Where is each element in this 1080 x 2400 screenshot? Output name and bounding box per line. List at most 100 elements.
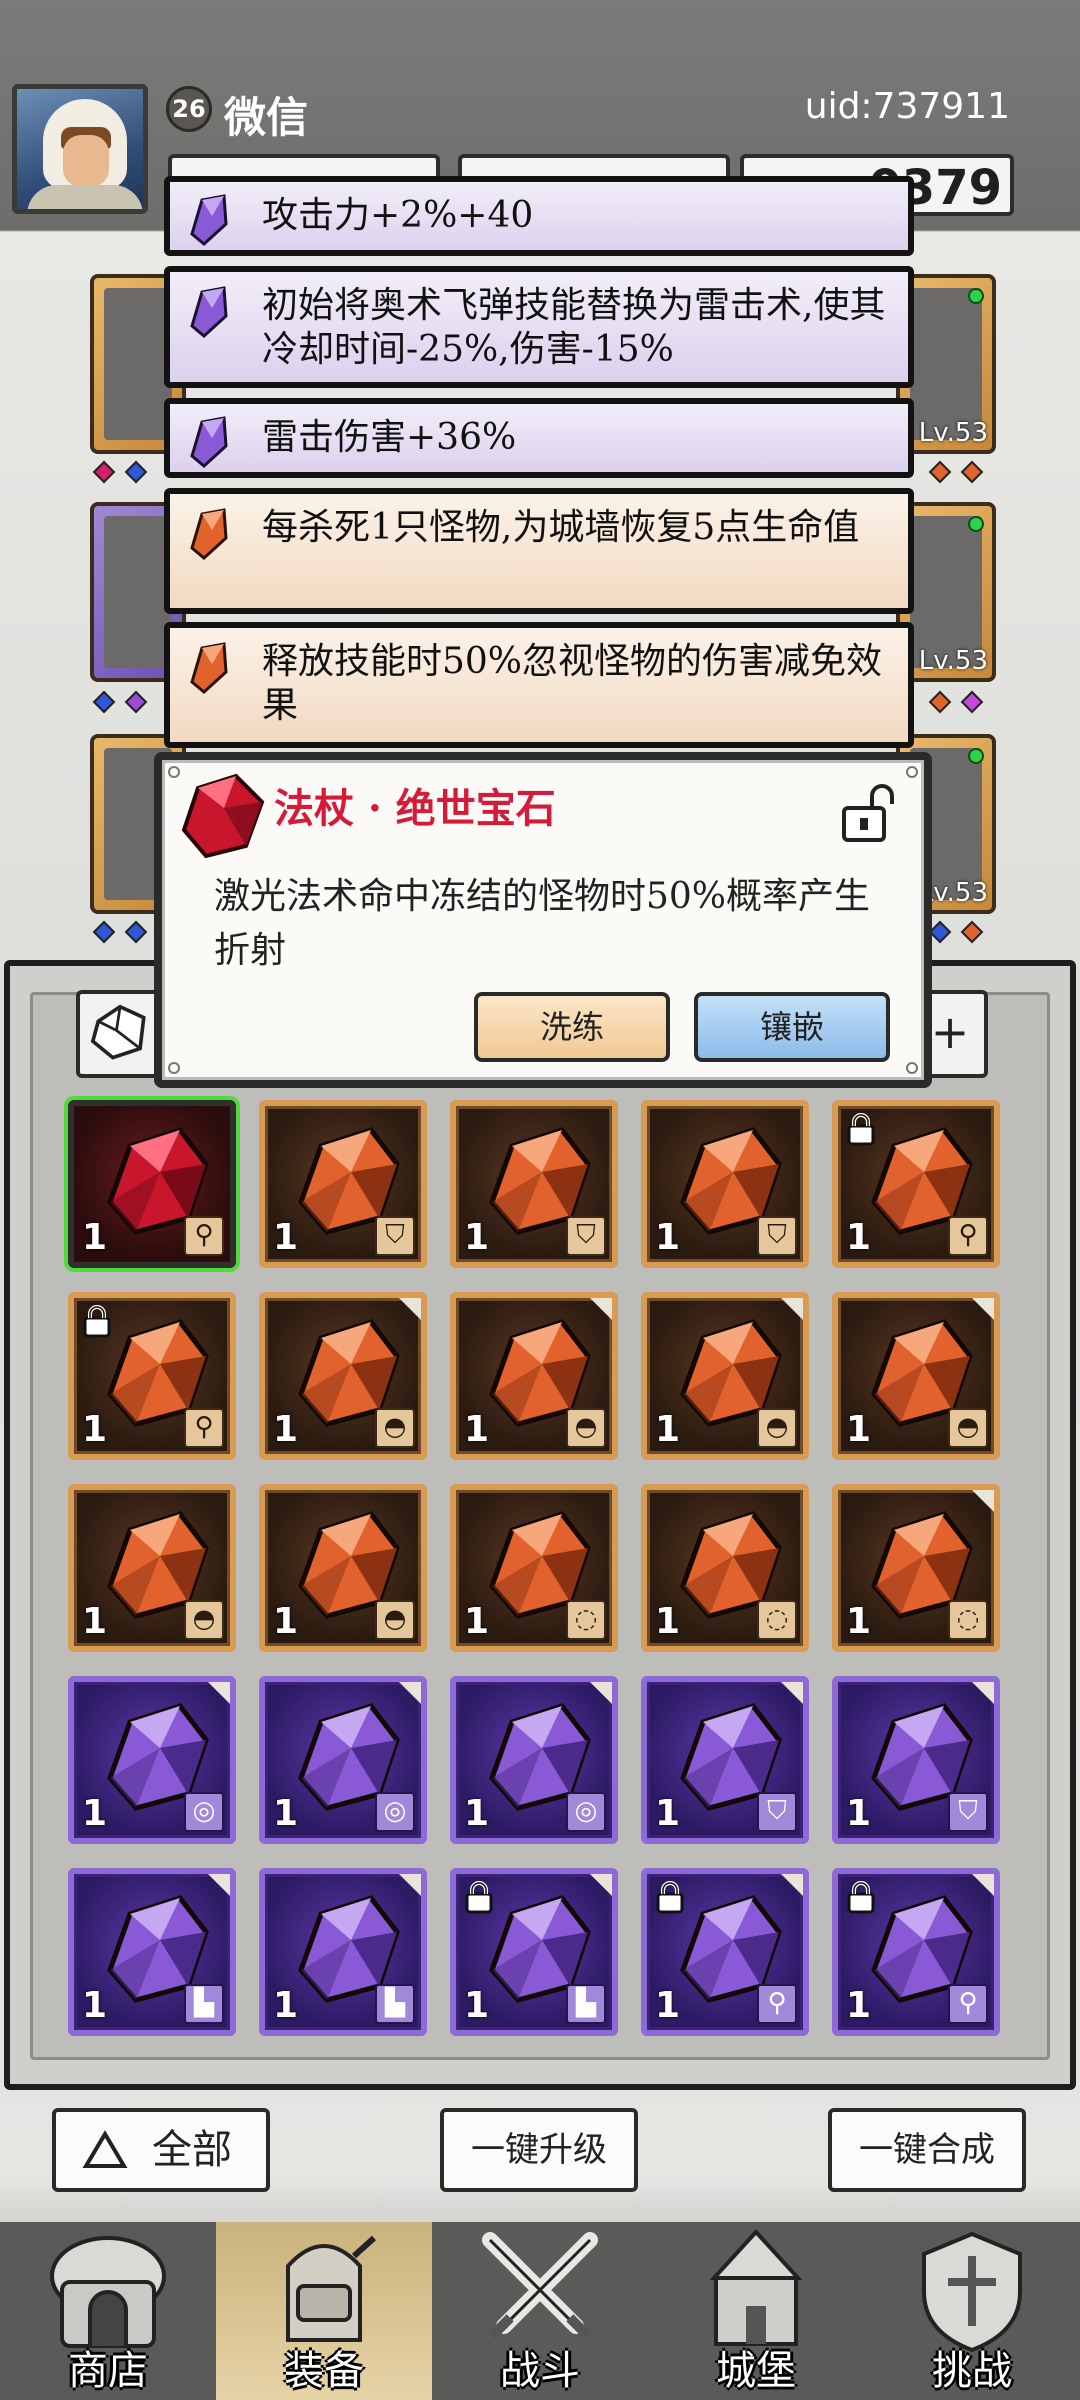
gem-slot[interactable]: 1 ▙ <box>68 1868 236 2036</box>
gem-slot[interactable]: 1 ◓ <box>450 1292 618 1460</box>
gem-quantity: 1 <box>464 1409 490 1450</box>
gem-detail-popup: 法杖 · 绝世宝石 激光法术命中冻结的怪物时50%概率产生折射 洗练 镶嵌 <box>154 752 932 1088</box>
gem-slot[interactable]: 1 ▙ <box>450 1868 618 2036</box>
gem-slot[interactable]: 1 ⛉ <box>832 1676 1000 1844</box>
equip-level: Lv.53 <box>918 418 988 448</box>
gem-quantity: 1 <box>82 1793 108 1834</box>
gem-quantity: 1 <box>82 1217 108 1258</box>
nav-battle[interactable]: 战斗 <box>432 2222 648 2400</box>
new-item-corner <box>781 1874 803 1896</box>
gem-slot[interactable]: 1 ⛉ <box>641 1100 809 1268</box>
gem-slot[interactable]: 1 ◎ <box>450 1676 618 1844</box>
player-avatar[interactable] <box>12 84 148 214</box>
nav-challenge[interactable]: 挑战 <box>864 2222 1080 2400</box>
staff-slot-icon: ⚲ <box>948 1984 988 2024</box>
new-item-corner <box>781 1682 803 1704</box>
lock-icon <box>656 1881 684 1914</box>
gem-slot[interactable]: 1 ◌ <box>641 1484 809 1652</box>
player-level-badge: 26 <box>166 86 212 132</box>
gem-slot[interactable]: 1 ⚲ <box>832 1868 1000 2036</box>
new-item-corner <box>972 1298 994 1320</box>
hat-slot-icon: ◓ <box>375 1600 415 1640</box>
gem-quantity: 1 <box>273 1217 299 1258</box>
gem-slot[interactable]: 1 ◓ <box>832 1292 1000 1460</box>
gem-slot[interactable]: 1 ◎ <box>68 1676 236 1844</box>
gem-quantity: 1 <box>464 1601 490 1642</box>
purple-gem-icon <box>190 194 228 246</box>
gem-quantity: 1 <box>655 1985 681 2026</box>
player-uid: uid:737911 <box>804 86 1010 127</box>
gem-quantity: 1 <box>82 1409 108 1450</box>
gem-quantity: 1 <box>655 1409 681 1450</box>
nav-label: 挑战 <box>932 2348 1012 2394</box>
nav-label: 战斗 <box>500 2348 580 2394</box>
reroll-button[interactable]: 洗练 <box>474 992 670 1062</box>
gem-slot[interactable]: 1 ⛉ <box>641 1676 809 1844</box>
new-item-corner <box>590 1682 612 1704</box>
gem-quantity: 1 <box>846 1409 872 1450</box>
triangle-up-icon <box>82 2130 128 2168</box>
armor-slot-icon: ⛉ <box>566 1216 606 1256</box>
gem-slot[interactable]: 1 ⚲ <box>68 1100 236 1268</box>
gem-quantity: 1 <box>655 1793 681 1834</box>
gem-attribute-card: 攻击力+2%+40 <box>164 176 914 256</box>
boots-slot-icon: ▙ <box>375 1984 415 2024</box>
gem-slot[interactable]: 1 ◌ <box>450 1484 618 1652</box>
nav-label: 商店 <box>68 2348 148 2394</box>
gem-slot[interactable]: 1 ⛉ <box>450 1100 618 1268</box>
staff-slot-icon: ⚲ <box>184 1408 224 1448</box>
gem-slot[interactable]: 1 ◓ <box>259 1292 427 1460</box>
shield-icon <box>922 2231 1022 2353</box>
filter-all-button[interactable]: 全部 <box>52 2108 270 2192</box>
gem-slot[interactable]: 1 ◌ <box>832 1484 1000 1652</box>
gem-slot[interactable]: 1 ⚲ <box>832 1100 1000 1268</box>
gem-slot[interactable]: 1 ⚲ <box>641 1868 809 2036</box>
merge-all-button[interactable]: 一键合成 <box>828 2108 1026 2192</box>
gem-grid: 1 ⚲ 1 ⛉ 1 ⛉ 1 ⛉ 1 ⚲ 1 ⚲ 1 ◓ 1 ◓ 1 ◓ 1 ◓ 1 ◓ 1 ◓ 1 ◌ 1 ◌ 1 ◌ 1 ◎ 1 ◎ 1 ◎ 1 ⛉ 1 ⛉… <box>68 1100 1012 2040</box>
crossed-swords-icon <box>482 2232 598 2340</box>
popup-description: 激光法术命中冻结的怪物时50%概率产生折射 <box>214 876 871 971</box>
gem-quantity: 1 <box>655 1601 681 1642</box>
gem-quantity: 1 <box>846 1217 872 1258</box>
gem-slot[interactable]: 1 ⛉ <box>259 1100 427 1268</box>
nav-shop[interactable]: 商店 <box>0 2222 216 2400</box>
lock-icon <box>847 1881 875 1914</box>
bottom-nav: 商店 装备 战斗 城堡 挑战 <box>0 2222 1080 2400</box>
unlock-icon[interactable] <box>838 780 896 846</box>
gem-quantity: 1 <box>273 1985 299 2026</box>
nav-label: 城堡 <box>716 2348 796 2394</box>
hat-slot-icon: ◓ <box>375 1408 415 1448</box>
gem-slot[interactable]: 1 ◓ <box>641 1292 809 1460</box>
gem-filter-button[interactable] <box>76 990 166 1078</box>
backpack-icon <box>286 2235 377 2342</box>
necklace-slot-icon: ◌ <box>948 1600 988 1640</box>
gem-slot[interactable]: 1 ▙ <box>259 1868 427 2036</box>
new-item-corner <box>972 1490 994 1512</box>
gem-attribute-card: 释放技能时50%忽视怪物的伤害减免效果 <box>164 622 914 748</box>
gem-slot[interactable]: 1 ◓ <box>68 1484 236 1652</box>
boots-slot-icon: ▙ <box>566 1984 606 2024</box>
gem-slot[interactable]: 1 ◓ <box>259 1484 427 1652</box>
new-item-corner <box>972 1874 994 1896</box>
attribute-text: 初始将奥术飞弹技能替换为雷击术,使其冷却时间-25%,伤害-15% <box>262 285 886 370</box>
new-item-corner <box>399 1682 421 1704</box>
filter-all-label: 全部 <box>152 2127 232 2173</box>
hat-slot-icon: ◓ <box>757 1408 797 1448</box>
nav-equipment[interactable]: 装备 <box>216 2222 432 2400</box>
attribute-text: 攻击力+2%+40 <box>262 195 534 236</box>
red-gem-icon <box>181 773 265 859</box>
necklace-slot-icon: ◌ <box>757 1600 797 1640</box>
purple-gem-icon <box>190 416 228 468</box>
armor-slot-icon: ⛉ <box>948 1792 988 1832</box>
hat-slot-icon: ◓ <box>566 1408 606 1448</box>
gem-slot[interactable]: 1 ⚲ <box>68 1292 236 1460</box>
armor-slot-icon: ⛉ <box>757 1216 797 1256</box>
ring-slot-icon: ◎ <box>184 1792 224 1832</box>
staff-slot-icon: ⚲ <box>948 1216 988 1256</box>
staff-slot-icon: ⚲ <box>184 1216 224 1256</box>
upgrade-all-button[interactable]: 一键升级 <box>440 2108 638 2192</box>
inlay-button[interactable]: 镶嵌 <box>694 992 890 1062</box>
nav-castle[interactable]: 城堡 <box>648 2222 864 2400</box>
gem-attribute-card: 初始将奥术飞弹技能替换为雷击术,使其冷却时间-25%,伤害-15% <box>164 266 914 388</box>
gem-slot[interactable]: 1 ◎ <box>259 1676 427 1844</box>
